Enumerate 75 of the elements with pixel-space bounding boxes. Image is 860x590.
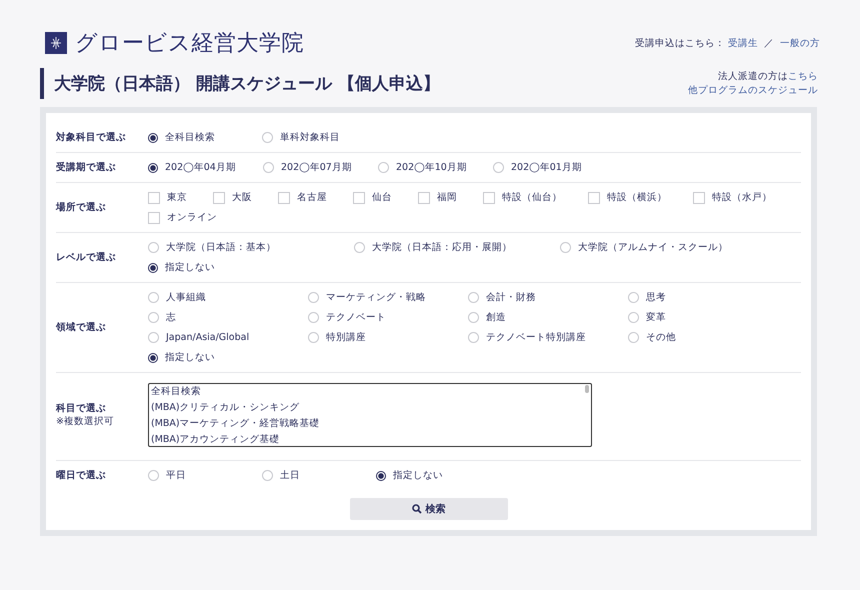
checkbox-icon[interactable] — [588, 192, 600, 204]
separator: ／ — [764, 38, 774, 48]
checkbox-option[interactable]: 特設（水戸） — [693, 191, 772, 204]
other-programs-link[interactable]: 他プログラムのスケジュール — [688, 84, 818, 96]
radio-option[interactable]: 全科目検索 — [148, 131, 262, 144]
radio-icon[interactable] — [148, 352, 158, 362]
radio-option[interactable]: 大学院（アルムナイ・スクール） — [560, 241, 766, 254]
filter-label: 対象科目で選ぶ — [56, 131, 127, 144]
radio-option[interactable]: 単科対象科目 — [262, 131, 376, 144]
checkbox-icon[interactable] — [148, 192, 160, 204]
radio-option[interactable]: 202◯年10月期 — [378, 161, 493, 174]
corporate-link[interactable]: こちら — [788, 70, 818, 82]
radio-option[interactable]: 大学院（日本語：基本） — [148, 241, 354, 254]
apply-prompt: 受講申込はこちら： — [634, 38, 725, 48]
filter-label: レベルで選ぶ — [56, 251, 117, 264]
list-option[interactable]: 全科目検索 — [151, 384, 591, 400]
filter-note: ※複数選択可 — [56, 415, 115, 428]
checkbox-icon[interactable] — [278, 192, 290, 204]
radio-icon[interactable] — [376, 470, 386, 480]
list-option[interactable]: (MBA)マーケティング・経営戦略基礎 — [151, 416, 591, 432]
general-link[interactable]: 一般の方 — [780, 38, 820, 48]
page-title: 大学院（日本語） 開講スケジュール 【個人申込】 — [40, 68, 440, 99]
checkbox-icon[interactable] — [418, 192, 430, 204]
radio-option[interactable]: 202◯年01月期 — [493, 161, 608, 174]
radio-option[interactable]: 土日 — [262, 469, 376, 482]
checkbox-option[interactable]: 福岡 — [418, 191, 457, 204]
list-option[interactable]: (MBA)クリティカル・シンキング — [151, 400, 591, 416]
radio-option[interactable]: 指定しない — [148, 351, 308, 364]
radio-icon[interactable] — [148, 162, 158, 172]
radio-option[interactable]: その他 — [628, 331, 788, 344]
subject-listbox[interactable]: 全科目検索 (MBA)クリティカル・シンキング (MBA)マーケティング・経営戦略基礎 (MBA)アカウンティング基礎 — [148, 383, 592, 447]
radio-option[interactable]: 指定しない — [376, 469, 490, 482]
radio-option[interactable]: 会計・財務 — [468, 291, 628, 304]
checkbox-option[interactable]: 特設（仙台） — [483, 191, 562, 204]
checkbox-icon[interactable] — [693, 192, 705, 204]
checkbox-icon[interactable] — [353, 192, 365, 204]
filter-label: 曜日で選ぶ — [56, 469, 107, 482]
filter-label: 受講期で選ぶ — [56, 161, 117, 174]
logo-text: グロービス経営大学院 — [75, 30, 304, 58]
radio-option[interactable]: 特別講座 — [308, 331, 468, 344]
radio-option[interactable]: マーケティング・戦略 — [308, 291, 468, 304]
radio-icon[interactable] — [148, 132, 158, 142]
filter-label: 科目で選ぶ — [56, 402, 107, 415]
checkbox-option[interactable]: 名古屋 — [278, 191, 327, 204]
radio-option[interactable]: 人事組織 — [148, 291, 308, 304]
search-button[interactable]: 検索 — [350, 498, 508, 520]
checkbox-option[interactable]: 仙台 — [353, 191, 392, 204]
checkbox-option[interactable]: オンライン — [148, 211, 217, 224]
checkbox-option[interactable]: 東京 — [148, 191, 187, 204]
checkbox-icon[interactable] — [483, 192, 495, 204]
radio-option[interactable]: 平日 — [148, 469, 262, 482]
radio-option[interactable]: 202◯年07月期 — [263, 161, 378, 174]
radio-icon[interactable] — [148, 262, 158, 272]
corporate-text: 法人派遣の方は — [718, 70, 788, 82]
radio-option[interactable]: 大学院（日本語：応用・展開） — [354, 241, 560, 254]
checkbox-icon[interactable] — [148, 212, 160, 224]
list-option[interactable]: (MBA)アカウンティング基礎 — [151, 432, 591, 446]
scrollbar-thumb[interactable] — [585, 385, 589, 393]
logo-icon — [45, 32, 67, 54]
radio-option[interactable]: 202◯年04月期 — [148, 161, 263, 174]
checkbox-option[interactable]: 大阪 — [213, 191, 252, 204]
checkbox-option[interactable]: 特設（横浜） — [588, 191, 667, 204]
checkbox-icon[interactable] — [213, 192, 225, 204]
filter-label: 場所で選ぶ — [56, 201, 107, 214]
radio-option[interactable]: Japan/Asia/Global — [148, 331, 308, 344]
radio-option[interactable]: 思考 — [628, 291, 788, 304]
radio-option[interactable]: テクノベート — [308, 311, 468, 324]
search-icon — [412, 504, 422, 514]
radio-option[interactable]: 変革 — [628, 311, 788, 324]
radio-option[interactable]: 創造 — [468, 311, 628, 324]
student-link[interactable]: 受講生 — [728, 38, 758, 48]
radio-option[interactable]: 志 — [148, 311, 308, 324]
filter-label: 領域で選ぶ — [56, 321, 107, 334]
radio-option[interactable]: テクノベート特別講座 — [468, 331, 628, 344]
radio-option[interactable]: 指定しない — [148, 261, 354, 274]
